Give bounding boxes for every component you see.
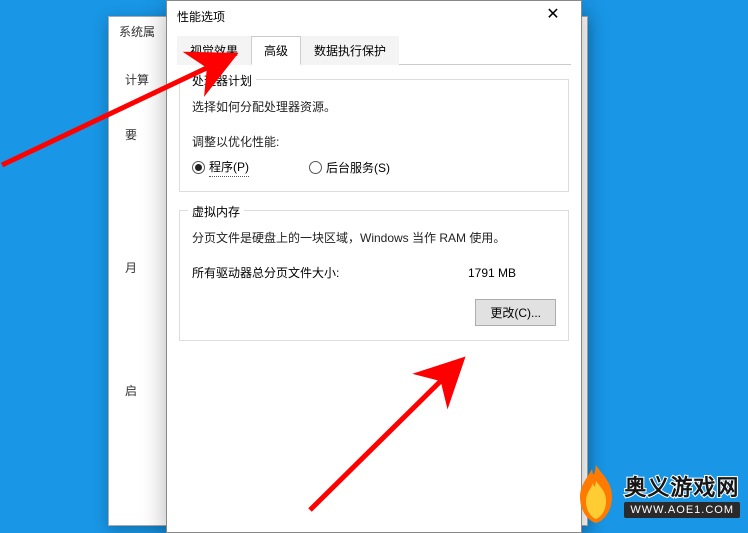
virtual-memory-group: 虚拟内存 分页文件是硬盘上的一块区域，Windows 当作 RAM 使用。 所有… (179, 210, 569, 341)
dialog-title: 性能选项 (177, 8, 533, 25)
vm-button-row: 更改(C)... (192, 299, 556, 326)
vm-total-label: 所有驱动器总分页文件大小: (192, 264, 339, 281)
radio-programs-label: 程序(P) (209, 158, 249, 177)
radio-background[interactable]: 后台服务(S) (309, 159, 390, 176)
vm-total-row: 所有驱动器总分页文件大小: 1791 MB (192, 264, 556, 281)
watermark-url: WWW.AOE1.COM (624, 502, 740, 518)
processor-scheduling-legend: 处理器计划 (188, 72, 256, 89)
performance-options-dialog: 性能选项 ✕ 视觉效果 高级 数据执行保护 处理器计划 选择如何分配处理器资源。… (166, 0, 582, 533)
tab-visual-effects[interactable]: 视觉效果 (177, 36, 251, 65)
change-button[interactable]: 更改(C)... (475, 299, 556, 326)
tab-strip: 视觉效果 高级 数据执行保护 (177, 35, 571, 65)
radio-icon-unchecked (309, 161, 322, 174)
tab-content: 处理器计划 选择如何分配处理器资源。 调整以优化性能: 程序(P) 后台服务(S… (167, 65, 581, 353)
adjust-label: 调整以优化性能: (192, 133, 556, 150)
vm-total-value: 1791 MB (468, 266, 516, 280)
tab-advanced[interactable]: 高级 (251, 36, 301, 65)
watermark-name: 奥义游戏网 (624, 470, 739, 502)
flame-icon (574, 463, 618, 525)
titlebar: 性能选项 ✕ (167, 1, 581, 31)
tab-dep[interactable]: 数据执行保护 (301, 36, 399, 65)
virtual-memory-legend: 虚拟内存 (188, 203, 244, 220)
radio-icon-checked (192, 161, 205, 174)
radio-row: 程序(P) 后台服务(S) (192, 158, 556, 177)
vm-desc: 分页文件是硬盘上的一块区域，Windows 当作 RAM 使用。 (192, 229, 556, 246)
watermark: 奥义游戏网 WWW.AOE1.COM (574, 463, 740, 525)
close-button[interactable]: ✕ (533, 3, 573, 29)
processor-scheduling-group: 处理器计划 选择如何分配处理器资源。 调整以优化性能: 程序(P) 后台服务(S… (179, 79, 569, 192)
radio-programs[interactable]: 程序(P) (192, 158, 249, 177)
watermark-text: 奥义游戏网 WWW.AOE1.COM (624, 470, 740, 518)
processor-desc: 选择如何分配处理器资源。 (192, 98, 556, 115)
radio-background-label: 后台服务(S) (326, 159, 390, 176)
